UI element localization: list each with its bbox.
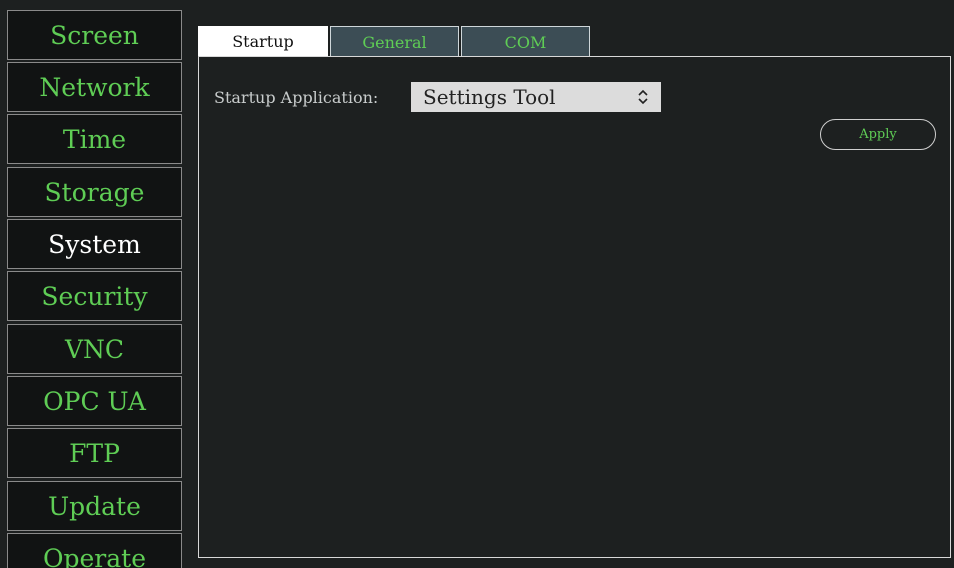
startup-application-label: Startup Application:	[214, 88, 379, 107]
sidebar-item-time[interactable]: Time	[7, 114, 182, 164]
sidebar-item-ftp[interactable]: FTP	[7, 428, 182, 478]
startup-application-select[interactable]: Settings Tool	[411, 82, 661, 112]
sidebar-item-operate[interactable]: Operate	[7, 533, 182, 568]
sidebar-item-opc-ua[interactable]: OPC UA	[7, 376, 182, 426]
sidebar-item-screen[interactable]: Screen	[7, 10, 182, 60]
startup-application-value: Settings Tool	[423, 85, 556, 109]
sidebar-item-system[interactable]: System	[7, 219, 182, 269]
sidebar-item-storage[interactable]: Storage	[7, 167, 182, 217]
sidebar-item-network[interactable]: Network	[7, 62, 182, 112]
sidebar-item-security[interactable]: Security	[7, 271, 182, 321]
sidebar: Screen Network Time Storage System Secur…	[7, 10, 182, 568]
apply-button[interactable]: Apply	[820, 119, 936, 150]
sidebar-item-vnc[interactable]: VNC	[7, 324, 182, 374]
sidebar-item-update[interactable]: Update	[7, 481, 182, 531]
tab-startup[interactable]: Startup	[198, 26, 328, 57]
tab-general[interactable]: General	[330, 26, 459, 57]
chevron-up-down-icon	[638, 89, 648, 105]
tab-com[interactable]: COM	[461, 26, 590, 57]
